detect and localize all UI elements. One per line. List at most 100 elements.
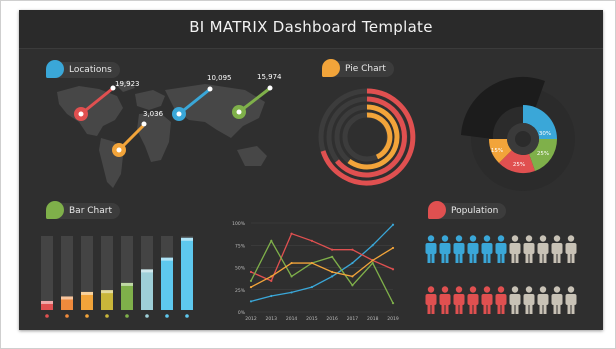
x-tick-label: 2015 [306,316,318,322]
x-tick-label: 2013 [266,316,278,322]
person-icon [439,235,451,263]
bar-cap [41,300,53,304]
person-icon [467,286,479,314]
line-series [250,239,394,304]
person-icon [509,235,521,263]
world-map [57,80,267,188]
line-point [371,244,374,247]
y-tick-label: 75% [235,243,246,249]
x-tick-label: 2012 [245,316,257,322]
person-icon [495,235,507,263]
person-icon [453,235,465,263]
bar-marker [85,314,89,318]
line-point [249,285,253,289]
person-icon [565,235,577,263]
line-point [391,246,395,250]
bar-marker [145,314,149,318]
person-icon [425,286,437,314]
bar-cap [161,257,173,261]
x-tick-label: 2017 [347,316,359,322]
image-frame: BI MATRIX Dashboard Template Locations P… [0,0,616,349]
donut-label-4: 15% [491,148,503,154]
person-icon [425,235,437,263]
person-icon [565,286,577,314]
line-point [371,261,374,265]
dashboard-graphics: 19,923 3,036 10,095 15,974 30% 25% 25% 1… [41,73,577,322]
bar-cap [101,290,113,294]
pin-value-3036: 3,036 [143,110,164,118]
person-icon [551,235,563,263]
line-point [290,275,293,278]
line-point [391,268,395,271]
person-icon [551,286,563,314]
line-point [310,261,313,265]
line-point [310,285,313,289]
line-point [290,261,293,265]
bar-cap [61,296,73,300]
pin-value-10095: 10,095 [207,74,232,82]
line-point [371,259,374,262]
dashboard: BI MATRIX Dashboard Template Locations P… [19,10,603,330]
person-icon [439,286,451,314]
line-point [351,261,354,265]
bar [141,269,153,310]
bar-track [41,236,53,310]
line-chart: 0% 25% 50% 75% 100% 2012 2013 2014 2015 2016 2017 2… [232,221,399,322]
bar-marker [185,314,189,318]
bar [121,282,133,310]
person-icon [523,286,535,314]
bar-chart [41,236,193,318]
y-tick-label: 50% [235,266,246,272]
y-tick-label: 0% [238,310,246,316]
person-icon [481,235,493,263]
line-point [290,291,293,294]
bar-marker [45,314,49,318]
donut-label-3: 25% [513,162,525,168]
bar-cap [141,269,153,273]
x-tick-label: 2014 [286,316,298,322]
person-icon [453,286,465,314]
line-point [270,239,273,242]
x-tick-label: 2016 [326,316,338,322]
pin-value-15974: 15,974 [257,73,282,81]
line-point [351,275,354,278]
line-point [290,232,293,235]
bar-marker [125,314,129,318]
bar-marker [105,314,109,318]
bar-cap [121,282,133,286]
donut-label-2: 25% [537,151,549,157]
person-icon [537,235,549,263]
bar [161,257,173,310]
x-tick-label: 2019 [387,316,399,322]
line-point [331,270,334,274]
line-point [391,223,395,226]
line-point [391,302,395,305]
line-point [331,275,334,278]
line-point [351,284,354,287]
bar-cap [81,291,93,295]
pin-value-19923: 19,923 [115,80,140,88]
person-icon [495,286,507,314]
ring-inner-arc [366,112,393,160]
line-point [270,294,273,298]
y-tick-label: 25% [235,288,246,294]
person-icon [481,286,493,314]
ring-chart [318,88,416,186]
person-icon [537,286,549,314]
donut-chart: 30% 25% 25% 15% [461,76,575,191]
person-icon [467,235,479,263]
bar-cap [181,237,193,241]
line-point [270,279,273,282]
x-tick-label: 2018 [367,316,379,322]
person-icon [509,286,521,314]
y-tick-label: 100% [232,221,246,227]
line-point [331,248,334,251]
line-point [249,300,253,303]
population-pictogram [425,235,577,314]
person-icon [523,235,535,263]
line-point [331,255,334,258]
bar-marker [165,314,169,318]
bar-marker [65,314,69,318]
line-point [249,279,253,282]
bar [181,237,193,310]
